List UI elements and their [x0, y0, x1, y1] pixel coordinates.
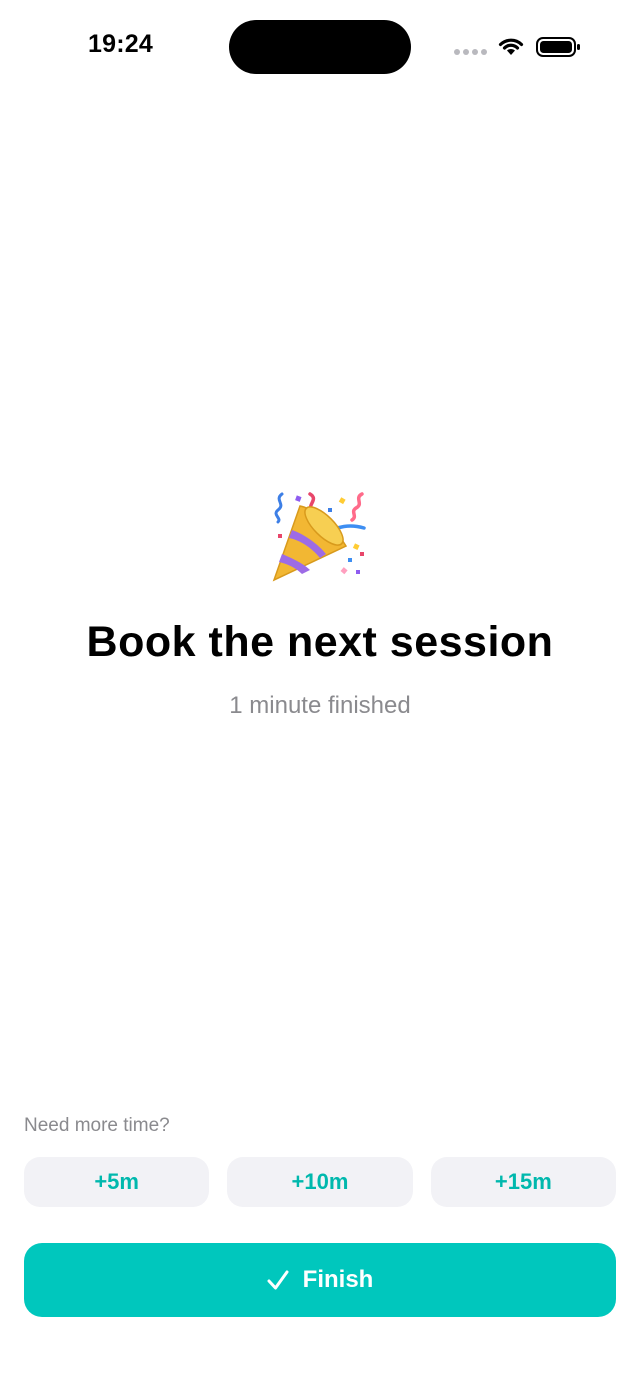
finish-button[interactable]: Finish	[24, 1243, 616, 1317]
battery-icon	[536, 37, 580, 57]
extend-time-options: +5m +10m +15m	[24, 1157, 616, 1207]
status-time: 19:24	[88, 30, 153, 58]
party-popper-icon	[272, 492, 366, 582]
add-15m-button[interactable]: +15m	[430, 1157, 616, 1207]
session-status: 1 minute finished	[229, 692, 411, 719]
finish-label: Finish	[302, 1266, 374, 1293]
dynamic-island	[229, 20, 411, 74]
add-10m-button[interactable]: +10m	[227, 1157, 413, 1207]
signal-dots-icon	[454, 49, 487, 55]
wifi-icon	[498, 38, 524, 55]
need-more-time-label: Need more time?	[24, 1115, 170, 1136]
add-5m-button[interactable]: +5m	[24, 1157, 210, 1207]
page-title: Book the next session	[86, 618, 554, 666]
checkmark-icon	[267, 1270, 289, 1290]
